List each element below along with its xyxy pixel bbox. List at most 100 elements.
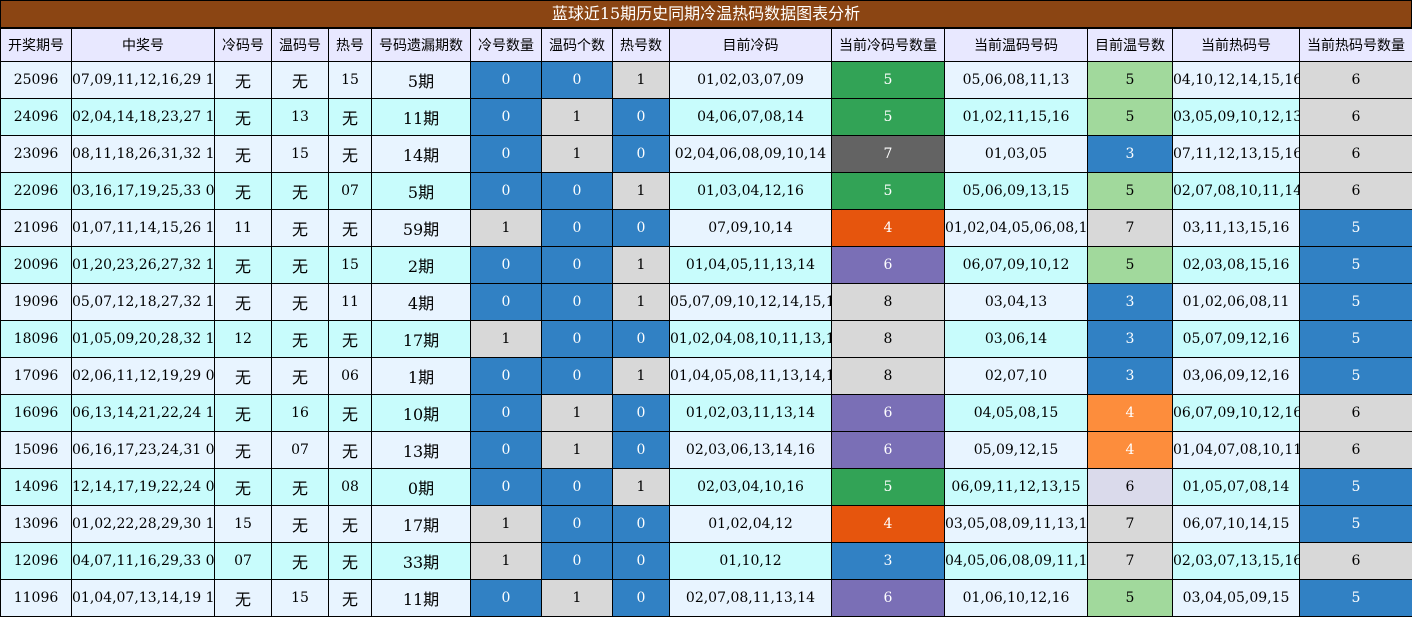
table-cell: 05,09,12,15 bbox=[944, 431, 1088, 469]
table-cell: 0 bbox=[470, 579, 542, 617]
table-cell: 6 bbox=[1299, 98, 1412, 136]
table-cell: 1期 bbox=[371, 357, 471, 395]
table-cell: 6 bbox=[1299, 172, 1412, 210]
column-header: 目前冷码 bbox=[669, 28, 832, 62]
table-cell: 0 bbox=[612, 542, 670, 580]
column-header: 温码个数 bbox=[541, 28, 613, 62]
table-cell: 17096 bbox=[0, 357, 72, 395]
table-cell: 0 bbox=[541, 172, 613, 210]
table-cell: 3 bbox=[1087, 283, 1173, 321]
column-header: 目前温号数 bbox=[1087, 28, 1173, 62]
table-row: 18096 01,05,09,20,28,32 12 12 无无 17期 1 0 0 01,02… bbox=[0, 320, 1412, 358]
table-cell: 20096 bbox=[0, 246, 72, 284]
table-cell: 无 bbox=[214, 61, 272, 99]
table-cell: 01,02,06,08,11 bbox=[1172, 283, 1300, 321]
column-header: 冷码号 bbox=[214, 28, 272, 62]
data-table: 开奖期号 中奖号 冷码号 温码号 热号 号码遗漏期数 冷号数量 温码个数 热号数 目前冷码 当前冷码… bbox=[0, 28, 1412, 617]
table-cell: 无 bbox=[271, 357, 329, 395]
table-cell: 01,04,05,08,11,13,14,15 bbox=[669, 357, 832, 395]
table-cell: 无 bbox=[214, 431, 272, 469]
table-cell: 无 bbox=[328, 542, 372, 580]
table-cell: 23096 bbox=[0, 135, 72, 173]
table-cell: 06 bbox=[328, 357, 372, 395]
table-cell: 8 bbox=[831, 320, 945, 358]
table-cell: 24096 bbox=[0, 98, 72, 136]
table-cell: 0 bbox=[541, 283, 613, 321]
table-cell: 无 bbox=[214, 468, 272, 506]
table-cell: 5 bbox=[831, 468, 945, 506]
table-cell: 5 bbox=[831, 172, 945, 210]
table-cell: 15 bbox=[214, 505, 272, 543]
table-cell: 01,02,04,05,06,08,12 bbox=[944, 209, 1088, 247]
table-cell: 05,06,08,11,13 bbox=[944, 61, 1088, 99]
table-cell: 5 bbox=[1299, 505, 1412, 543]
table-cell: 1 bbox=[612, 61, 670, 99]
table-row: 25096 07,09,11,12,16,29 15 无无 15 5期 0 0 1 01,02,… bbox=[0, 61, 1412, 99]
table-cell: 无 bbox=[271, 468, 329, 506]
table-cell: 0 bbox=[612, 320, 670, 358]
table-cell: 无 bbox=[328, 394, 372, 432]
table-cell: 8 bbox=[831, 283, 945, 321]
table-cell: 03,06,14 bbox=[944, 320, 1088, 358]
table-cell: 0 bbox=[470, 98, 542, 136]
table-cell: 1 bbox=[612, 172, 670, 210]
table-cell: 12 bbox=[214, 320, 272, 358]
table-row: 17096 02,06,11,12,19,29 06 无无 06 1期 0 0 1 01,04,… bbox=[0, 357, 1412, 395]
table-cell: 6 bbox=[1087, 468, 1173, 506]
table-cell: 无 bbox=[328, 209, 372, 247]
table-row: 12096 04,07,11,16,29,33 07 07 无无 33期 1 0 0 01,10… bbox=[0, 542, 1412, 580]
table-cell: 07,09,10,14 bbox=[669, 209, 832, 247]
table-cell: 6 bbox=[831, 579, 945, 617]
table-cell: 03,04,05,09,15 bbox=[1172, 579, 1300, 617]
table-cell: 01,04,05,11,13,14 bbox=[669, 246, 832, 284]
table-cell: 02,03,07,13,15,16 bbox=[1172, 542, 1300, 580]
table-cell: 6 bbox=[831, 246, 945, 284]
table-cell: 25096 bbox=[0, 61, 72, 99]
table-cell: 5期 bbox=[371, 61, 471, 99]
table-cell: 15 bbox=[271, 579, 329, 617]
table-cell: 01,20,23,26,27,32 15 bbox=[71, 246, 215, 284]
table-cell: 02,03,04,10,16 bbox=[669, 468, 832, 506]
table-cell: 02,07,08,11,13,14 bbox=[669, 579, 832, 617]
table-cell: 0 bbox=[541, 357, 613, 395]
table-cell: 01,04,07,13,14,19 15 bbox=[71, 579, 215, 617]
table-cell: 无 bbox=[214, 172, 272, 210]
table-row: 14096 12,14,17,19,22,24 08 无无 08 0期 0 0 1 02,03,… bbox=[0, 468, 1412, 506]
table-cell: 1 bbox=[541, 394, 613, 432]
table-cell: 3 bbox=[1087, 320, 1173, 358]
table-cell: 7 bbox=[1087, 209, 1173, 247]
table-cell: 06,07,09,10,12 bbox=[944, 246, 1088, 284]
table-cell: 5 bbox=[831, 98, 945, 136]
table-cell: 14期 bbox=[371, 135, 471, 173]
table-cell: 03,16,17,19,25,33 07 bbox=[71, 172, 215, 210]
table-cell: 01,02,03,11,13,14 bbox=[669, 394, 832, 432]
table-cell: 0 bbox=[541, 542, 613, 580]
table-cell: 0 bbox=[470, 431, 542, 469]
table-cell: 04,10,12,14,15,16 bbox=[1172, 61, 1300, 99]
table-cell: 5 bbox=[1087, 61, 1173, 99]
table-cell: 13 bbox=[271, 98, 329, 136]
table-cell: 03,04,13 bbox=[944, 283, 1088, 321]
table-cell: 无 bbox=[271, 505, 329, 543]
table-cell: 无 bbox=[328, 505, 372, 543]
table-cell: 05,07,12,18,27,32 11 bbox=[71, 283, 215, 321]
table-cell: 6 bbox=[1299, 135, 1412, 173]
table-cell: 59期 bbox=[371, 209, 471, 247]
table-cell: 0 bbox=[470, 357, 542, 395]
table-cell: 0 bbox=[541, 468, 613, 506]
table-cell: 17期 bbox=[371, 505, 471, 543]
table-cell: 01,06,10,12,16 bbox=[944, 579, 1088, 617]
table-cell: 16096 bbox=[0, 394, 72, 432]
table-cell: 0期 bbox=[371, 468, 471, 506]
table-cell: 01,02,04,08,10,11,13,15 bbox=[669, 320, 832, 358]
table-cell: 6 bbox=[831, 394, 945, 432]
table-cell: 无 bbox=[214, 135, 272, 173]
table-cell: 1 bbox=[470, 542, 542, 580]
table-cell: 03,05,08,09,11,13,16 bbox=[944, 505, 1088, 543]
table-cell: 0 bbox=[470, 394, 542, 432]
table-cell: 0 bbox=[470, 135, 542, 173]
table-cell: 17期 bbox=[371, 320, 471, 358]
table-cell: 4 bbox=[831, 505, 945, 543]
table-cell: 1 bbox=[612, 246, 670, 284]
table-cell: 5 bbox=[1087, 246, 1173, 284]
